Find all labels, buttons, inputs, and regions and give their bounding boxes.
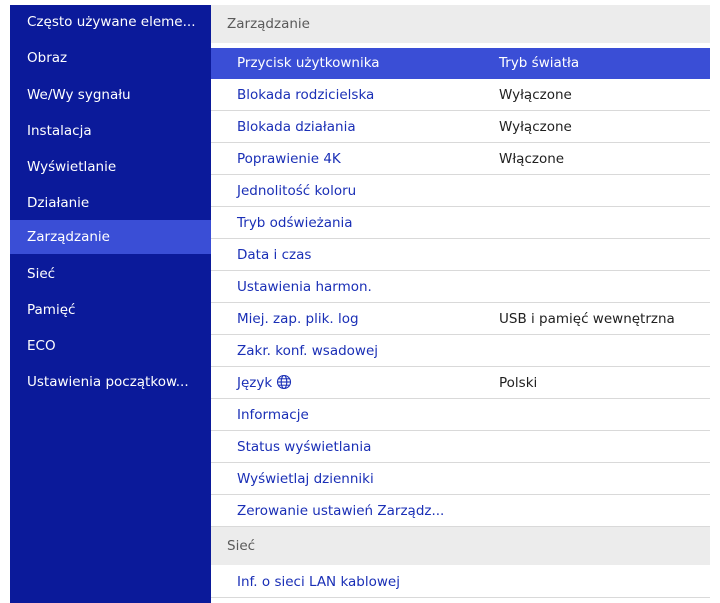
sidebar-item-signal-io[interactable]: We/Wy sygnału (10, 78, 211, 112)
settings-panel: Zarządzanie Przycisk użytkownika Tryb św… (211, 5, 710, 603)
row-display-status[interactable]: Status wyświetlania (211, 432, 710, 463)
row-information[interactable]: Informacje (211, 400, 710, 431)
sidebar-item-eco[interactable]: ECO (10, 329, 211, 363)
row-color-uniformity[interactable]: Jednolitość koloru (211, 176, 710, 207)
sidebar-item-initial-settings[interactable]: Ustawienia początkow... (10, 365, 211, 399)
row-label: Język (237, 368, 292, 398)
sidebar-item-management[interactable]: Zarządzanie (10, 220, 211, 254)
row-label: Status wyświetlania (237, 439, 372, 455)
projector-menu-screen: Często używane eleme... Obraz We/Wy sygn… (10, 5, 710, 603)
row-operation-lock[interactable]: Blokada działania Wyłączone (211, 112, 710, 143)
row-label: Blokada działania (237, 119, 356, 135)
globe-icon (277, 374, 292, 390)
row-label: Informacje (237, 407, 309, 423)
row-label: Poprawienie 4K (237, 151, 341, 167)
row-label: Ustawienia harmon. (237, 279, 372, 295)
row-value: Wyłączone (499, 87, 572, 103)
row-schedule-settings[interactable]: Ustawienia harmon. (211, 272, 710, 303)
sidebar-item-network[interactable]: Sieć (10, 257, 211, 291)
row-value: Włączone (499, 151, 565, 167)
row-refresh-mode[interactable]: Tryb odświeżania (211, 208, 710, 239)
sidebar-item-memory[interactable]: Pamięć (10, 293, 211, 327)
sidebar-item-operation[interactable]: Działanie (10, 186, 211, 220)
row-4k-enhancement[interactable]: Poprawienie 4K Włączone (211, 144, 710, 175)
row-label: Tryb odświeżania (237, 215, 353, 231)
row-language[interactable]: Język Polski (211, 368, 710, 399)
sidebar-item-display[interactable]: Wyświetlanie (10, 150, 211, 184)
row-user-button[interactable]: Przycisk użytkownika Tryb światła (211, 48, 710, 79)
row-label: Jednolitość koloru (237, 183, 357, 199)
row-label: Wyświetlaj dzienniki (237, 471, 374, 487)
section-header-management: Zarządzanie (211, 5, 710, 43)
row-label: Miej. zap. plik. log (237, 311, 359, 327)
row-label: Blokada rodzicielska (237, 87, 375, 103)
row-label: Przycisk użytkownika (237, 55, 380, 71)
language-label: Język (237, 375, 273, 391)
row-wired-lan-info[interactable]: Inf. o sieci LAN kablowej (211, 567, 710, 598)
row-label: Zerowanie ustawień Zarządz... (237, 503, 445, 519)
row-log-save-location[interactable]: Miej. zap. plik. log USB i pamięć wewnęt… (211, 304, 710, 335)
section-header-network: Sieć (211, 527, 710, 565)
row-label: Zakr. konf. wsadowej (237, 343, 379, 359)
row-label: Data i czas (237, 247, 312, 263)
sidebar-item-installation[interactable]: Instalacja (10, 114, 211, 148)
sidebar: Często używane eleme... Obraz We/Wy sygn… (10, 5, 211, 603)
row-value: Wyłączone (499, 119, 572, 135)
row-parental-lock[interactable]: Blokada rodzicielska Wyłączone (211, 80, 710, 111)
row-value: USB i pamięć wewnętrzna (499, 311, 675, 327)
sidebar-item-image[interactable]: Obraz (10, 41, 211, 75)
row-value: Tryb światła (499, 55, 580, 71)
row-value: Polski (499, 375, 538, 391)
row-reset-management-settings[interactable]: Zerowanie ustawień Zarządz... (211, 496, 710, 527)
row-batch-setup-range[interactable]: Zakr. konf. wsadowej (211, 336, 710, 367)
row-date-time[interactable]: Data i czas (211, 240, 710, 271)
row-view-logs[interactable]: Wyświetlaj dzienniki (211, 464, 710, 495)
sidebar-item-frequently-used[interactable]: Często używane eleme... (10, 5, 211, 39)
row-label: Inf. o sieci LAN kablowej (237, 574, 400, 590)
